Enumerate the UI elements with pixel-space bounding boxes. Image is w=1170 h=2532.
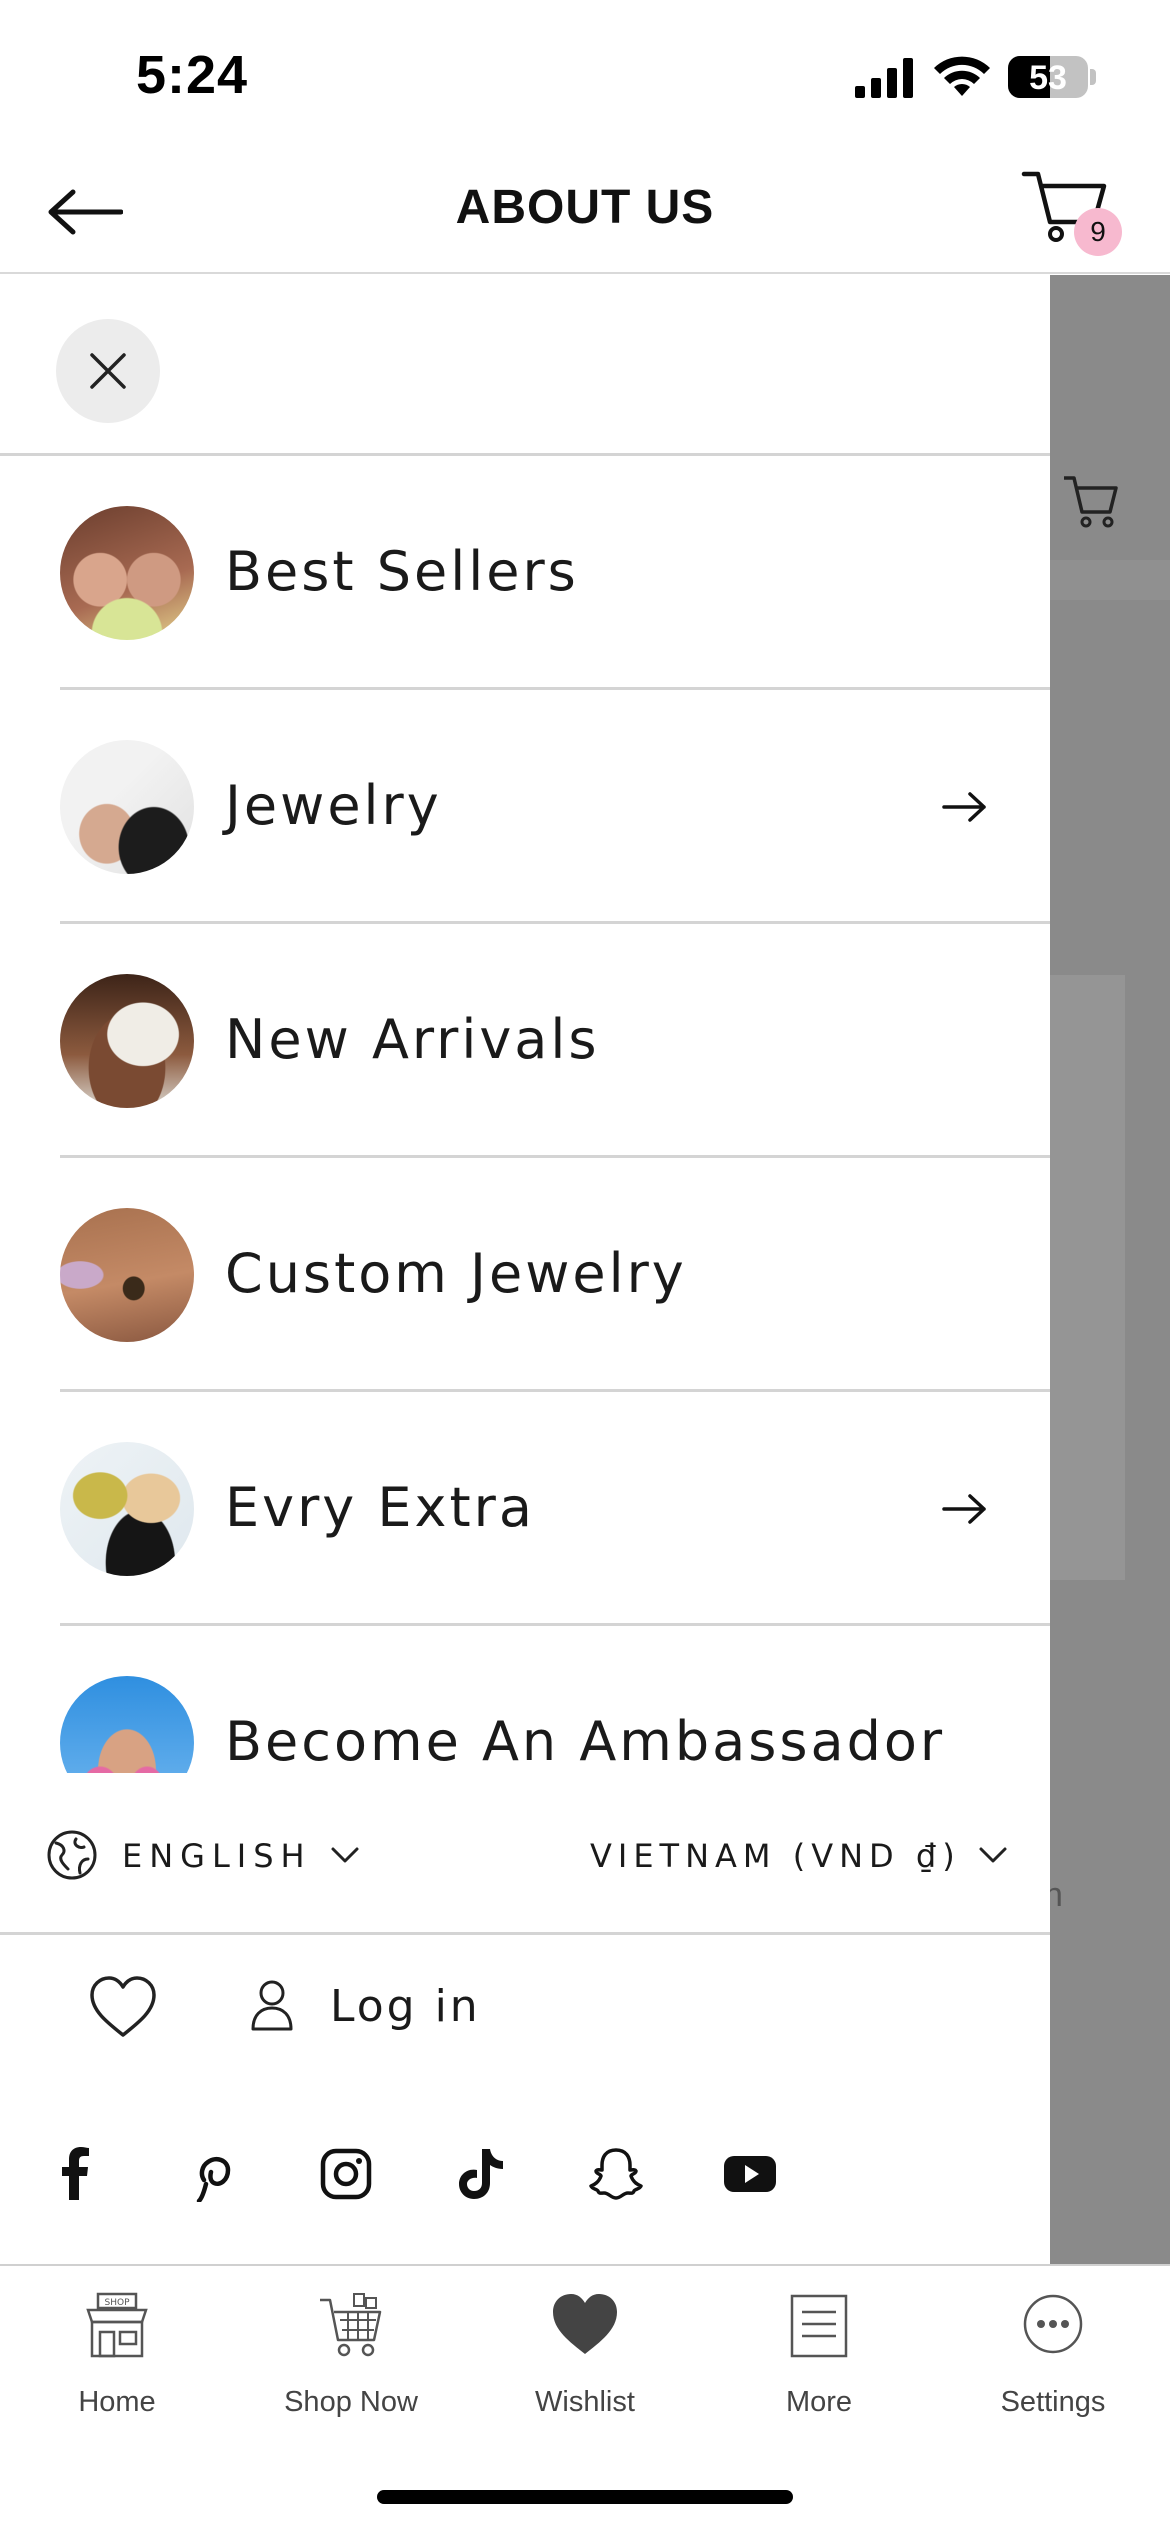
tab-wishlist[interactable]: Wishlist [468, 2292, 702, 2432]
tiktok-icon[interactable] [452, 2146, 508, 2202]
app-header: ABOUT US 9 [0, 150, 1170, 274]
menu-item-label: Evry Extra [225, 1476, 535, 1539]
battery-percent: 53 [1029, 59, 1067, 97]
status-bar: 5:24 53 [0, 0, 1170, 150]
globe-icon [47, 1830, 97, 1880]
menu-item-best-sellers[interactable]: Best Sellers [60, 456, 1050, 690]
page-title: ABOUT US [455, 181, 715, 234]
tab-settings[interactable]: Settings [936, 2292, 1170, 2432]
arrow-right-icon [942, 792, 986, 822]
backdrop-panel [1050, 975, 1125, 1580]
tab-more[interactable]: More [702, 2292, 936, 2432]
chevron-down-icon[interactable] [978, 1845, 1008, 1865]
battery-icon: 53 [1008, 56, 1088, 98]
cart-icon [1064, 476, 1118, 528]
menu-item-evry-extra[interactable]: Evry Extra [60, 1392, 1050, 1626]
instagram-icon[interactable] [318, 2146, 374, 2202]
cellular-signal-icon [855, 58, 913, 98]
snapchat-icon[interactable] [588, 2146, 644, 2202]
chevron-down-icon[interactable] [330, 1845, 360, 1865]
tab-label: Home [78, 2386, 156, 2418]
social-links [0, 2130, 1050, 2210]
more-dots-icon [1023, 2294, 1083, 2354]
cart-button[interactable]: 9 [1020, 164, 1130, 264]
heart-outline-icon[interactable] [88, 1975, 158, 2039]
custom-jewelry-thumbnail [60, 1208, 194, 1342]
tab-label: Settings [1000, 2386, 1106, 2418]
menu-item-label: Jewelry [225, 774, 442, 837]
locale-bar: ENGLISH VIETNAM (VND ₫) [0, 1773, 1050, 1935]
cart-count-badge: 9 [1074, 208, 1122, 256]
user-icon[interactable] [250, 1979, 294, 2031]
youtube-icon[interactable] [722, 2146, 778, 2202]
home-indicator[interactable] [377, 2490, 793, 2504]
battery-nub [1090, 69, 1096, 85]
currency-selector[interactable]: VIETNAM (VND ₫) [590, 1837, 961, 1875]
close-icon [90, 353, 126, 389]
facebook-icon[interactable] [48, 2146, 104, 2202]
login-link[interactable]: Log in [330, 1981, 481, 2032]
heart-icon [553, 2294, 617, 2354]
tab-label: Shop Now [284, 2386, 418, 2418]
tab-shop-now[interactable]: Shop Now [234, 2292, 468, 2432]
status-time: 5:24 [136, 45, 249, 105]
menu-item-label: Become An Ambassador [225, 1710, 946, 1773]
menu-item-jewelry[interactable]: Jewelry [60, 690, 1050, 924]
tab-home[interactable]: SHOP Home [0, 2292, 234, 2432]
menu-item-new-arrivals[interactable]: New Arrivals [60, 924, 1050, 1158]
pinterest-icon[interactable] [182, 2146, 238, 2202]
wifi-icon [934, 56, 990, 96]
language-selector[interactable]: ENGLISH [122, 1837, 312, 1875]
list-icon [790, 2294, 848, 2358]
svg-text:SHOP: SHOP [105, 2298, 131, 2308]
close-drawer-button[interactable] [56, 319, 160, 423]
jewelry-thumbnail [60, 740, 194, 874]
backdrop-band [1050, 560, 1170, 600]
shopping-cart-icon [320, 2293, 382, 2357]
menu-item-label: New Arrivals [225, 1008, 600, 1071]
menu-item-label: Custom Jewelry [225, 1242, 687, 1305]
tab-label: Wishlist [535, 2386, 635, 2418]
account-row: Log in [0, 1935, 1050, 2075]
menu-item-label: Best Sellers [225, 540, 579, 603]
shop-storefront-icon: SHOP [86, 2292, 148, 2358]
evry-extra-thumbnail [60, 1442, 194, 1576]
best-sellers-thumbnail [60, 506, 194, 640]
new-arrivals-thumbnail [60, 974, 194, 1108]
navigation-drawer: Best Sellers Jewelry New Arrivals Custom… [0, 275, 1050, 2265]
tab-label: More [785, 2386, 853, 2418]
arrow-right-icon [942, 1494, 986, 1524]
menu-item-custom-jewelry[interactable]: Custom Jewelry [60, 1158, 1050, 1392]
